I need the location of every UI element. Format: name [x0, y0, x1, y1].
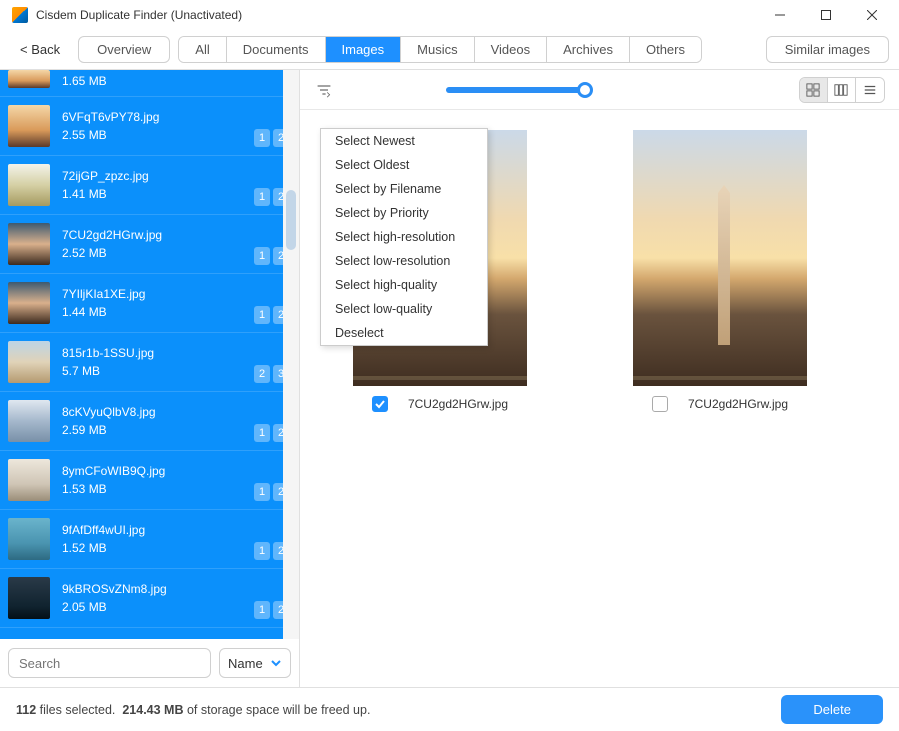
context-menu-item[interactable]: Select by Filename [321, 177, 487, 201]
preview-item-right: 7CU2gd2HGrw.jpg [610, 130, 830, 412]
tab-all[interactable]: All [179, 37, 226, 62]
slider-fill [446, 87, 586, 93]
file-row[interactable]: 72ijGP_zpzc.jpg1.41 MB12 [0, 156, 299, 215]
file-thumbnail [8, 518, 50, 560]
search-input[interactable] [8, 648, 211, 678]
preview-checkbox-left[interactable] [372, 396, 388, 412]
tab-archives[interactable]: Archives [547, 37, 630, 62]
file-name: 7CU2gd2HGrw.jpg [62, 228, 291, 242]
overview-button[interactable]: Overview [78, 36, 170, 63]
file-row[interactable]: 6VFqT6vPY78.jpg2.55 MB12 [0, 97, 299, 156]
slider-thumb[interactable] [577, 82, 593, 98]
file-size: 1.65 MB [62, 74, 291, 88]
file-thumbnail [8, 164, 50, 206]
status-size: 214.43 MB [122, 703, 183, 717]
delete-button[interactable]: Delete [781, 695, 883, 724]
zoom-slider[interactable] [446, 87, 586, 93]
file-name: 8ymCFoWIB9Q.jpg [62, 464, 291, 478]
preview-image-right[interactable] [633, 130, 807, 386]
tab-others[interactable]: Others [630, 37, 701, 62]
file-list-panel: 1.65 MB 6VFqT6vPY78.jpg2.55 MB12 72ijGP_zp… [0, 70, 300, 687]
context-menu-item[interactable]: Deselect [321, 321, 487, 345]
app-icon [12, 7, 28, 23]
file-thumbnail [8, 577, 50, 619]
file-name: 6VFqT6vPY78.jpg [62, 110, 291, 124]
view-grid-button[interactable] [800, 78, 828, 102]
file-thumbnail [8, 459, 50, 501]
scrollbar-thumb[interactable] [286, 190, 296, 250]
file-list[interactable]: 1.65 MB 6VFqT6vPY78.jpg2.55 MB12 72ijGP_zp… [0, 70, 299, 639]
title-bar: Cisdem Duplicate Finder (Unactivated) [0, 0, 899, 30]
sort-dropdown[interactable]: Name [219, 648, 291, 678]
filter-icon[interactable] [314, 80, 334, 100]
file-row[interactable]: 7YIljKIa1XE.jpg1.44 MB12 [0, 274, 299, 333]
status-files-text: files selected. [40, 703, 116, 717]
minimize-button[interactable] [757, 0, 803, 30]
file-badge[interactable]: 1 [254, 129, 270, 147]
file-badge[interactable]: 1 [254, 424, 270, 442]
tab-images[interactable]: Images [326, 37, 402, 62]
similar-images-button[interactable]: Similar images [766, 36, 889, 63]
file-badge[interactable]: 1 [254, 542, 270, 560]
file-thumbnail [8, 341, 50, 383]
view-mode-buttons [799, 77, 885, 103]
context-menu-item[interactable]: Select Oldest [321, 153, 487, 177]
window-title: Cisdem Duplicate Finder (Unactivated) [36, 8, 757, 22]
file-row[interactable]: 9fAfDff4wUI.jpg1.52 MB12 [0, 510, 299, 569]
file-name: 7YIljKIa1XE.jpg [62, 287, 291, 301]
file-row[interactable]: 815r1b-1SSU.jpg5.7 MB23 [0, 333, 299, 392]
file-row[interactable]: 7CU2gd2HGrw.jpg2.52 MB12 [0, 215, 299, 274]
scrollbar-vertical[interactable] [283, 70, 299, 639]
file-badge[interactable]: 1 [254, 601, 270, 619]
status-count: 112 [16, 703, 36, 717]
preview-filename-left: 7CU2gd2HGrw.jpg [408, 397, 508, 411]
file-badge[interactable]: 1 [254, 306, 270, 324]
file-thumbnail [8, 223, 50, 265]
file-badge[interactable]: 1 [254, 247, 270, 265]
file-badge[interactable]: 1 [254, 188, 270, 206]
view-columns-button[interactable] [828, 78, 856, 102]
context-menu-item[interactable]: Select by Priority [321, 201, 487, 225]
file-thumbnail [8, 70, 50, 88]
tab-musics[interactable]: Musics [401, 37, 474, 62]
file-name: 815r1b-1SSU.jpg [62, 346, 291, 360]
file-row[interactable]: 1.65 MB [0, 70, 299, 97]
context-menu-item[interactable]: Select low-resolution [321, 249, 487, 273]
context-menu-item[interactable]: Select high-resolution [321, 225, 487, 249]
preview-header [300, 70, 899, 110]
category-tabs: All Documents Images Musics Videos Archi… [178, 36, 702, 63]
close-button[interactable] [849, 0, 895, 30]
chevron-down-icon [270, 657, 282, 669]
file-name: 8cKVyuQlbV8.jpg [62, 405, 291, 419]
file-row[interactable]: 9kBROSvZNm8.jpg2.05 MB12 [0, 569, 299, 628]
tab-documents[interactable]: Documents [227, 37, 326, 62]
context-menu-item[interactable]: Select Newest [321, 129, 487, 153]
tab-videos[interactable]: Videos [475, 37, 548, 62]
context-menu-item[interactable]: Select high-quality [321, 273, 487, 297]
file-badge[interactable]: 2 [254, 365, 270, 383]
file-name: 9fAfDff4wUI.jpg [62, 523, 291, 537]
toolbar: < Back Overview All Documents Images Mus… [0, 30, 899, 70]
back-button[interactable]: < Back [10, 38, 70, 61]
file-row[interactable]: 8ymCFoWIB9Q.jpg1.53 MB12 [0, 451, 299, 510]
file-thumbnail [8, 105, 50, 147]
status-bar: 112 files selected. 214.43 MB of storage… [0, 687, 899, 731]
file-meta: 1.65 MB [62, 70, 291, 88]
file-row[interactable]: 8cKVyuQlbV8.jpg2.59 MB12 [0, 392, 299, 451]
preview-filename-right: 7CU2gd2HGrw.jpg [688, 397, 788, 411]
search-row: Name [0, 639, 299, 687]
maximize-button[interactable] [803, 0, 849, 30]
file-thumbnail [8, 400, 50, 442]
context-menu-item[interactable]: Select low-quality [321, 297, 487, 321]
file-name: 9kBROSvZNm8.jpg [62, 582, 291, 596]
file-name: 72ijGP_zpzc.jpg [62, 169, 291, 183]
file-thumbnail [8, 282, 50, 324]
sort-label: Name [228, 656, 263, 671]
preview-checkbox-right[interactable] [652, 396, 668, 412]
file-badge[interactable]: 1 [254, 483, 270, 501]
view-list-button[interactable] [856, 78, 884, 102]
status-freed-text: of storage space will be freed up. [187, 703, 370, 717]
context-menu: Select NewestSelect OldestSelect by File… [320, 128, 488, 346]
